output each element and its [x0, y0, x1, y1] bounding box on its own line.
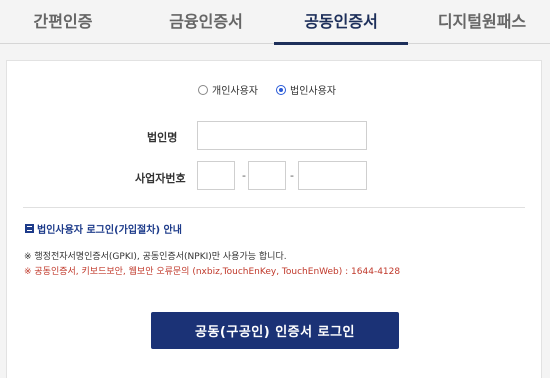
- error-inquiry-note: ※ 공동인증서, 키보드보안, 웹보안 오류문의 (nxbiz,TouchEnK…: [24, 267, 401, 277]
- radio-individual-label: 개인사용자: [212, 86, 258, 97]
- tab-financial-cert[interactable]: 금융인증서: [146, 0, 266, 44]
- auth-tabs: 간편인증 금융인증서 공동인증서 디지털원패스: [0, 0, 550, 45]
- tab-joint-cert[interactable]: 공동인증서: [274, 0, 408, 45]
- corp-name-label: 법인명: [147, 131, 178, 144]
- tab-digital-onepass[interactable]: 디지털원패스: [422, 0, 542, 44]
- section-divider: [23, 207, 525, 208]
- biz-number-part2-input[interactable]: [248, 161, 286, 190]
- corporate-login-guide-link[interactable]: 법인사용자 로그인(가입절차) 안내: [25, 221, 182, 236]
- login-panel: 개인사용자 법인사용자 법인명 사업자번호 - - 법인사용자 로그인(가입절차…: [6, 60, 542, 378]
- biz-number-label: 사업자번호: [135, 172, 186, 185]
- cert-support-note: ※ 행정전자서명인증서(GPKI), 공동인증서(NPKI)만 사용가능 합니다…: [24, 252, 287, 262]
- user-type-radios: 개인사용자 법인사용자: [198, 82, 354, 97]
- biz-number-separator: -: [290, 169, 294, 182]
- tab-simple-auth[interactable]: 간편인증: [8, 0, 118, 44]
- guide-link-text: 법인사용자 로그인(가입절차) 안내: [37, 225, 182, 236]
- cert-login-button[interactable]: 공동(구공인) 인증서 로그인: [151, 312, 399, 349]
- radio-unchecked-icon[interactable]: [198, 84, 208, 95]
- book-icon: [25, 224, 34, 233]
- radio-corporate-label: 법인사용자: [290, 86, 336, 97]
- corp-name-input[interactable]: [197, 121, 367, 150]
- biz-number-separator: -: [242, 169, 246, 182]
- biz-number-part3-input[interactable]: [298, 161, 367, 190]
- radio-individual-user[interactable]: 개인사용자: [198, 82, 258, 97]
- radio-checked-icon[interactable]: [276, 84, 286, 95]
- radio-corporate-user[interactable]: 법인사용자: [276, 82, 336, 97]
- biz-number-part1-input[interactable]: [197, 161, 235, 190]
